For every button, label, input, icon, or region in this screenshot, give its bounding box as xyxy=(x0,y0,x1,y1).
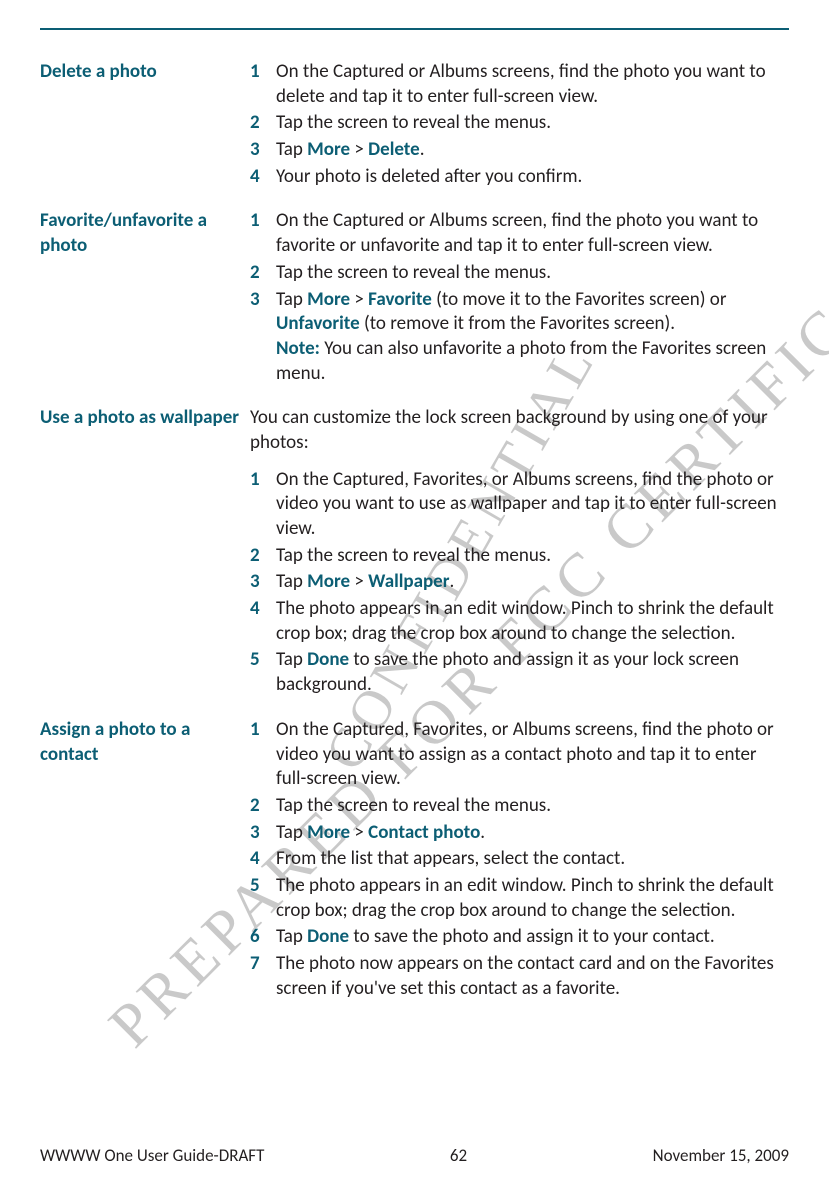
page-content: Delete a photoOn the Captured or Albums … xyxy=(40,60,789,1003)
page-footer: WWWW One User Guide-DRAFT 62 November 15… xyxy=(40,1145,789,1167)
section-title: Use a photo as wallpaper xyxy=(40,406,250,700)
step-item: On the Captured or Albums screens, find … xyxy=(250,60,789,109)
section: Assign a photo to a contactOn the Captur… xyxy=(40,718,789,1004)
section-body: On the Captured or Albums screens, find … xyxy=(250,60,789,191)
step-item: On the Captured or Albums screen, find t… xyxy=(250,209,789,258)
step-item: Tap More > Delete. xyxy=(250,138,789,163)
step-item: Tap More > Contact photo. xyxy=(250,821,789,846)
step-item: Tap More > Favorite (to move it to the F… xyxy=(250,288,789,387)
section-body: On the Captured or Albums screen, find t… xyxy=(250,209,789,388)
section-intro: You can customize the lock screen backgr… xyxy=(250,406,789,455)
step-item: Tap the screen to reveal the menus. xyxy=(250,111,789,136)
step-item: Your photo is deleted after you confirm. xyxy=(250,165,789,190)
step-list: On the Captured, Favorites, or Albums sc… xyxy=(250,468,789,698)
step-list: On the Captured or Albums screen, find t… xyxy=(250,209,789,386)
section-body: You can customize the lock screen backgr… xyxy=(250,406,789,700)
step-item: The photo appears in an edit window. Pin… xyxy=(250,874,789,923)
step-item: The photo now appears on the contact car… xyxy=(250,952,789,1001)
step-list: On the Captured, Favorites, or Albums sc… xyxy=(250,718,789,1002)
step-item: Tap Done to save the photo and assign it… xyxy=(250,925,789,950)
section-body: On the Captured, Favorites, or Albums sc… xyxy=(250,718,789,1004)
step-item: From the list that appears, select the c… xyxy=(250,847,789,872)
section: Favorite/unfavorite a photoOn the Captur… xyxy=(40,209,789,388)
section-title: Assign a photo to a contact xyxy=(40,718,250,1004)
footer-left: WWWW One User Guide-DRAFT xyxy=(40,1145,264,1167)
step-item: Tap the screen to reveal the menus. xyxy=(250,544,789,569)
step-item: Tap the screen to reveal the menus. xyxy=(250,794,789,819)
section-title: Delete a photo xyxy=(40,60,250,191)
footer-date: November 15, 2009 xyxy=(653,1145,789,1167)
top-rule xyxy=(40,28,789,30)
step-item: On the Captured, Favorites, or Albums sc… xyxy=(250,718,789,792)
section: Use a photo as wallpaperYou can customiz… xyxy=(40,406,789,700)
section-title: Favorite/unfavorite a photo xyxy=(40,209,250,388)
step-item: Tap Done to save the photo and assign it… xyxy=(250,648,789,697)
step-item: On the Captured, Favorites, or Albums sc… xyxy=(250,468,789,542)
step-item: The photo appears in an edit window. Pin… xyxy=(250,597,789,646)
step-item: Tap More > Wallpaper. xyxy=(250,570,789,595)
section: Delete a photoOn the Captured or Albums … xyxy=(40,60,789,191)
step-list: On the Captured or Albums screens, find … xyxy=(250,60,789,189)
footer-page-number: 62 xyxy=(450,1145,467,1167)
step-item: Tap the screen to reveal the menus. xyxy=(250,261,789,286)
